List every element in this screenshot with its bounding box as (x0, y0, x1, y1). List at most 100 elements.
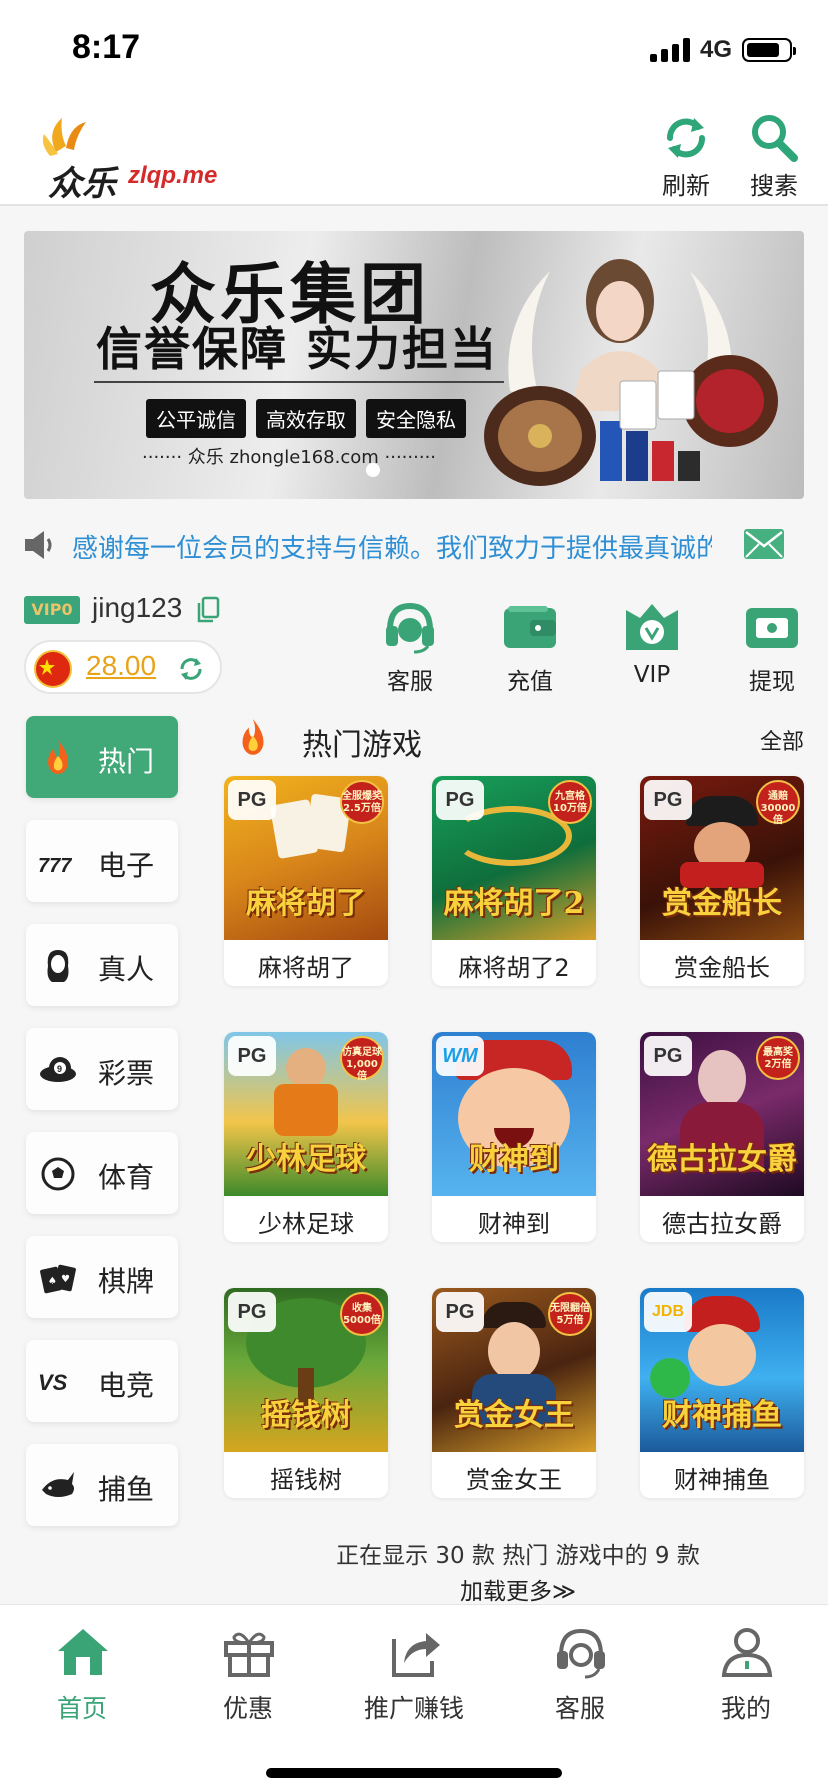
game-promo-badge: 九宫格 10万倍 (548, 780, 592, 824)
provider-tag: PG (228, 1292, 276, 1332)
sidebar-item-live[interactable]: 真人 (26, 924, 178, 1006)
quick-action-label: 提现 (749, 669, 795, 695)
game-thumb-title: 赏金船长 (662, 886, 782, 921)
game-thumb-title: 麻将胡了2 (443, 886, 585, 921)
fire-icon (242, 719, 264, 755)
sidebar-item-fishing[interactable]: 捕鱼 (26, 1444, 178, 1526)
nav-item-promotions[interactable]: 优惠 (188, 1625, 308, 1725)
game-name: 摇钱树 (270, 1466, 342, 1494)
nav-item-referral[interactable]: 推广赚钱 (354, 1625, 474, 1725)
game-name: 财神到 (478, 1210, 550, 1238)
headset-icon (386, 602, 434, 654)
game-promo-badge: 仿真足球 1,000倍 (340, 1036, 384, 1082)
sidebar-item-esports[interactable]: VS 电竞 (26, 1340, 178, 1422)
game-name: 麻将胡了2 (458, 954, 570, 982)
shark-icon (42, 1472, 74, 1497)
game-name: 财神捕鱼 (674, 1466, 770, 1494)
game-name: 赏金船长 (674, 954, 770, 982)
playing-cards-icon: ♠ ♥ (40, 1264, 76, 1294)
casino-art-image (484, 259, 778, 486)
game-card[interactable]: 收集 5000倍 摇钱树 PG 摇钱树 (224, 1288, 388, 1498)
nav-item-home[interactable]: 首页 (22, 1625, 142, 1725)
sidebar-item-label: 体育 (98, 1161, 155, 1194)
banner-url: ······· 众乐 zhongle168.com ········· (142, 447, 437, 468)
game-name: 麻将胡了 (258, 954, 354, 982)
notice-bar[interactable]: 感谢每一位会员的支持与信赖。我们致力于提供最真诚的 (0, 516, 828, 576)
game-card[interactable]: 财神到 WM 财神到 (432, 1032, 596, 1242)
refresh-balance-icon[interactable] (176, 654, 206, 684)
china-flag-icon (34, 650, 72, 688)
load-more-button[interactable]: 加载更多≫ (232, 1572, 804, 1606)
app-header: 众乐 zlqp.me 刷新 搜素 (0, 100, 828, 206)
game-promo-badge: 最高奖 2万倍 (756, 1036, 800, 1080)
promo-banner[interactable]: 众乐集团 信誉保障 实力担当 公平诚信 高效存取 安全隐私 ······· 众乐… (24, 231, 804, 499)
game-card[interactable]: 九宫格 10万倍 麻将胡了2 PG 麻将胡了2 (432, 776, 596, 986)
view-all-link[interactable]: 全部 (760, 724, 804, 756)
sidebar-item-sports[interactable]: 体育 (26, 1132, 178, 1214)
lottery-ball-icon: 9 (40, 1057, 76, 1082)
game-name: 赏金女王 (466, 1466, 562, 1494)
svg-text:777: 777 (38, 855, 72, 877)
sidebar-item-lottery[interactable]: 9 彩票 (26, 1028, 178, 1110)
refresh-button[interactable]: 刷新 (644, 112, 728, 200)
sidebar-item-label: 电竞 (98, 1369, 155, 1402)
search-button[interactable]: 搜素 (732, 112, 816, 200)
sidebar-item-label: 捕鱼 (98, 1473, 155, 1506)
game-card[interactable]: 最高奖 2万倍 德古拉女爵 PG 德古拉女爵 (640, 1032, 804, 1242)
provider-tag: JDB (644, 1292, 692, 1332)
logo-flower-icon (42, 118, 86, 156)
game-thumb-title: 摇钱树 (261, 1398, 351, 1433)
hot-games-header: 热门游戏 全部 (232, 712, 804, 763)
sidebar-item-label: 热门 (98, 745, 155, 778)
carousel-dot[interactable] (366, 463, 380, 477)
nav-item-label: 推广赚钱 (363, 1694, 464, 1723)
game-name: 少林足球 (258, 1210, 354, 1238)
slot-777-icon: 777 (38, 855, 72, 877)
logo-text-en: zlqp.me (128, 162, 218, 189)
home-indicator (266, 1768, 562, 1778)
banner-tag: 公平诚信 (146, 399, 246, 438)
username: jing123 (92, 592, 183, 623)
vip-crown-icon (626, 604, 678, 650)
nav-item-support[interactable]: 客服 (520, 1625, 640, 1725)
game-thumb-title: 少林足球 (246, 1142, 366, 1177)
nav-item-label: 客服 (554, 1694, 605, 1723)
app-logo[interactable]: 众乐 zlqp.me (36, 112, 256, 204)
game-card[interactable]: 仿真足球 1,000倍 少林足球 PG 少林足球 (224, 1032, 388, 1242)
copy-icon[interactable] (196, 596, 220, 624)
quick-actions: 客服 充值 VIP 提现 (360, 600, 828, 700)
vs-icon: VS (38, 1370, 68, 1395)
sidebar-item-cards[interactable]: ♠ ♥ 棋牌 (26, 1236, 178, 1318)
sidebar-item-slots[interactable]: 777 电子 (26, 820, 178, 902)
status-indicators: 4G (649, 36, 796, 64)
game-thumb-title: 赏金女王 (454, 1398, 574, 1433)
game-promo-badge: 收集 5000倍 (340, 1292, 384, 1336)
quick-action-label: 客服 (387, 669, 433, 695)
balance-display: 28.00 (24, 640, 222, 694)
banner-subtitle: 信誉保障 实力担当 (96, 322, 499, 376)
vip-level-badge: VIP0 (24, 596, 80, 624)
mail-icon[interactable] (742, 526, 786, 562)
game-card[interactable]: 财神捕鱼 JDB 财神捕鱼 (640, 1288, 804, 1498)
logo-text-cn: 众乐 (48, 164, 116, 204)
sidebar-item-label: 电子 (98, 849, 155, 882)
game-promo-badge: 全服爆奖 2.5万倍 (340, 780, 384, 824)
search-label: 搜素 (750, 172, 798, 200)
game-card[interactable]: 全服爆奖 2.5万倍 麻将胡了 PG 麻将胡了 (224, 776, 388, 986)
game-name: 德古拉女爵 (662, 1210, 782, 1238)
game-card[interactable]: 通赔 30000倍 赏金船长 PG 赏金船长 (640, 776, 804, 986)
game-thumb-title: 财神到 (469, 1142, 559, 1177)
provider-tag: PG (644, 1036, 692, 1076)
sidebar-item-hot[interactable]: 热门 (26, 716, 178, 798)
nav-item-profile[interactable]: 我的 (686, 1625, 806, 1725)
game-card[interactable]: 无限翻倍 5万倍 赏金女王 PG 赏金女王 (432, 1288, 596, 1498)
svg-text:9: 9 (57, 1064, 62, 1074)
fire-icon (48, 740, 68, 774)
battery-icon (742, 38, 796, 62)
nav-item-label: 首页 (56, 1694, 107, 1723)
sidebar-item-label: 棋牌 (98, 1265, 155, 1298)
nav-item-label: 我的 (720, 1694, 771, 1723)
notice-text: 感谢每一位会员的支持与信赖。我们致力于提供最真诚的 (72, 534, 712, 564)
games-count-text: 正在显示 30 款 热门 游戏中的 9 款 (336, 1543, 700, 1569)
game-promo-badge: 通赔 30000倍 (756, 780, 800, 826)
